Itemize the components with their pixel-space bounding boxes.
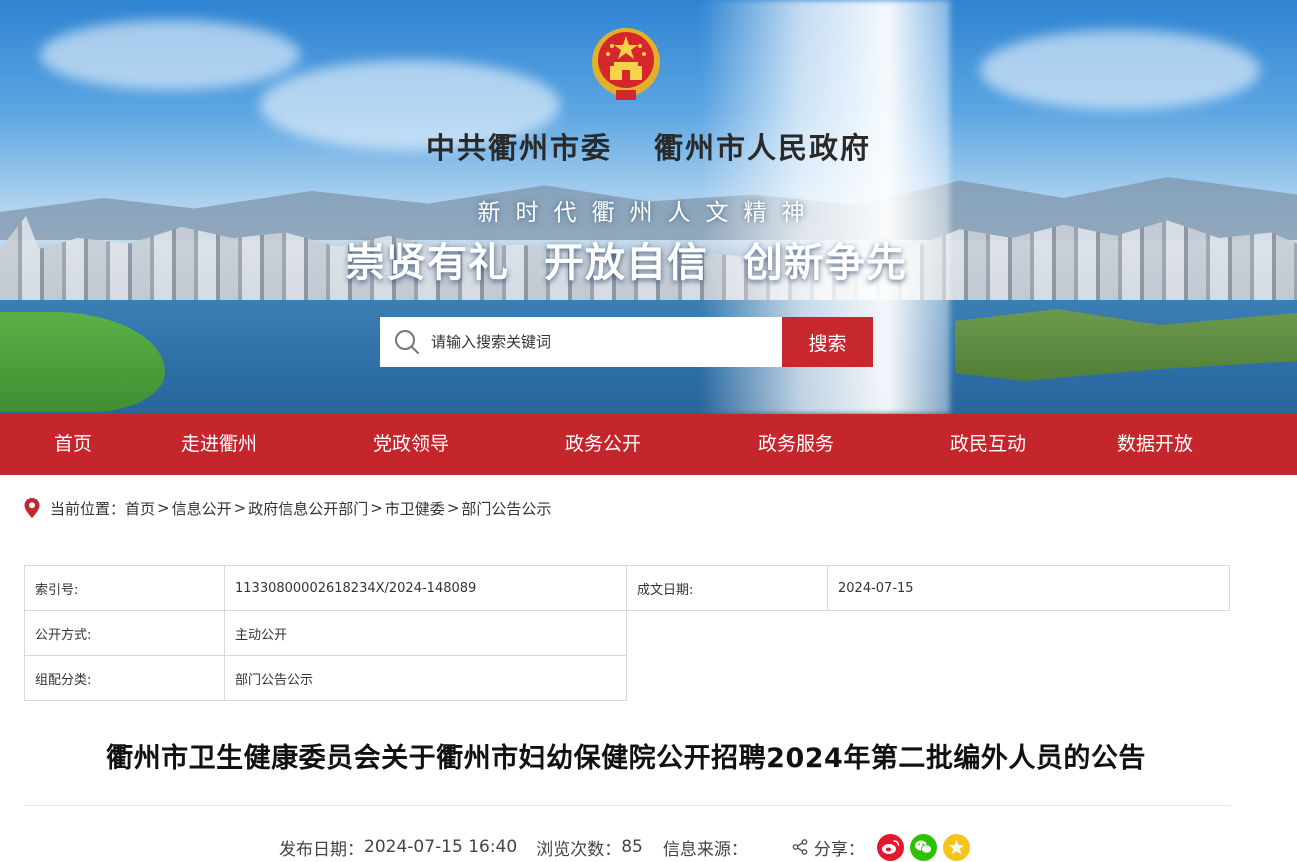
breadcrumb-separator: > bbox=[233, 499, 247, 517]
slogan-subtitle: 新时代衢州人文精神 bbox=[477, 200, 820, 226]
article-title: 衢州市卫生健康委员会关于衢州市妇幼保健院公开招聘2024年第二批编外人员的公告 bbox=[106, 743, 1146, 774]
nav-item-interaction[interactable]: 政民互动 bbox=[950, 414, 1026, 475]
meta-index-value: 11330800002618234X/2024-148089 bbox=[224, 565, 627, 611]
meta-date-value: 2024-07-15 bbox=[827, 565, 1230, 611]
meta-index-label: 索引号: bbox=[24, 565, 225, 611]
search-bar bbox=[380, 317, 782, 367]
share-icon bbox=[792, 839, 808, 855]
breadcrumb-separator: > bbox=[370, 499, 383, 517]
publish-date-label: 发布日期： bbox=[279, 839, 364, 860]
wechat-icon bbox=[914, 840, 932, 854]
search-button[interactable]: 搜索 bbox=[782, 317, 873, 367]
breadcrumb-separator: > bbox=[157, 499, 170, 517]
meta-category-value: 部门公告公示 bbox=[224, 655, 627, 701]
meta-category-label: 组配分类: bbox=[24, 655, 225, 701]
national-emblem-icon bbox=[592, 28, 660, 100]
search-icon bbox=[395, 330, 419, 354]
slogan-main: 崇贤有礼 开放自信 创新争先 bbox=[345, 240, 907, 286]
view-count-label: 浏览次数： bbox=[536, 839, 622, 860]
breadcrumb-item-gov-departments[interactable]: 政府信息公开部门 bbox=[248, 498, 368, 519]
breadcrumb-separator: > bbox=[446, 499, 460, 517]
search-input[interactable] bbox=[431, 318, 771, 366]
breadcrumb: 当前位置： 首页 > 信息公开 > 政府信息公开部门 > 市卫健委 > 部门公告… bbox=[24, 497, 551, 519]
nav-item-about-quzhou[interactable]: 走进衢州 bbox=[181, 414, 257, 475]
breadcrumb-prefix: 当前位置： bbox=[50, 499, 126, 518]
breadcrumb-item-dept-announcements[interactable]: 部门公告公示 bbox=[461, 498, 551, 519]
nav-item-gov-services[interactable]: 政务服务 bbox=[758, 414, 834, 475]
meta-date-label: 成文日期: bbox=[626, 565, 828, 611]
title-divider bbox=[24, 805, 1230, 806]
view-count-value: 85 bbox=[621, 837, 643, 857]
source-label: 信息来源： bbox=[662, 839, 748, 860]
share-group: 分享： bbox=[792, 833, 970, 861]
qzone-star-icon bbox=[948, 839, 964, 854]
weibo-icon bbox=[881, 840, 900, 854]
meta-disclosure-value: 主动公开 bbox=[224, 610, 627, 656]
nav-item-leadership[interactable]: 党政领导 bbox=[373, 414, 449, 475]
meta-disclosure-label: 公开方式: bbox=[24, 610, 225, 656]
site-title: 中共衢州市委 衢州市人民政府 bbox=[425, 131, 872, 165]
breadcrumb-item-health-commission[interactable]: 市卫健委 bbox=[385, 498, 445, 519]
breadcrumb-item-home[interactable]: 首页 bbox=[125, 498, 155, 519]
cloud-decoration bbox=[40, 20, 300, 90]
qzone-share-button[interactable] bbox=[942, 833, 970, 861]
breadcrumb-item-info-disclosure[interactable]: 信息公开 bbox=[172, 498, 232, 519]
nav-item-gov-disclosure[interactable]: 政务公开 bbox=[565, 414, 641, 475]
article-info-row: 发布日期： 2024-07-15 16:40 浏览次数： 85 信息来源： 分享… bbox=[279, 833, 970, 861]
main-nav: 首页 走进衢州 党政领导 政务公开 政务服务 政民互动 数据开放 bbox=[0, 414, 1297, 475]
nav-item-home[interactable]: 首页 bbox=[54, 414, 92, 475]
location-pin-icon bbox=[24, 498, 40, 518]
share-label: 分享： bbox=[813, 839, 865, 860]
nav-item-open-data[interactable]: 数据开放 bbox=[1117, 414, 1193, 475]
weibo-share-button[interactable] bbox=[876, 833, 904, 861]
publish-date-value: 2024-07-15 16:40 bbox=[364, 837, 518, 857]
cloud-decoration bbox=[980, 30, 1260, 110]
document-meta-table: 索引号: 11330800002618234X/2024-148089 成文日期… bbox=[24, 565, 1230, 701]
wechat-share-button[interactable] bbox=[909, 833, 937, 861]
